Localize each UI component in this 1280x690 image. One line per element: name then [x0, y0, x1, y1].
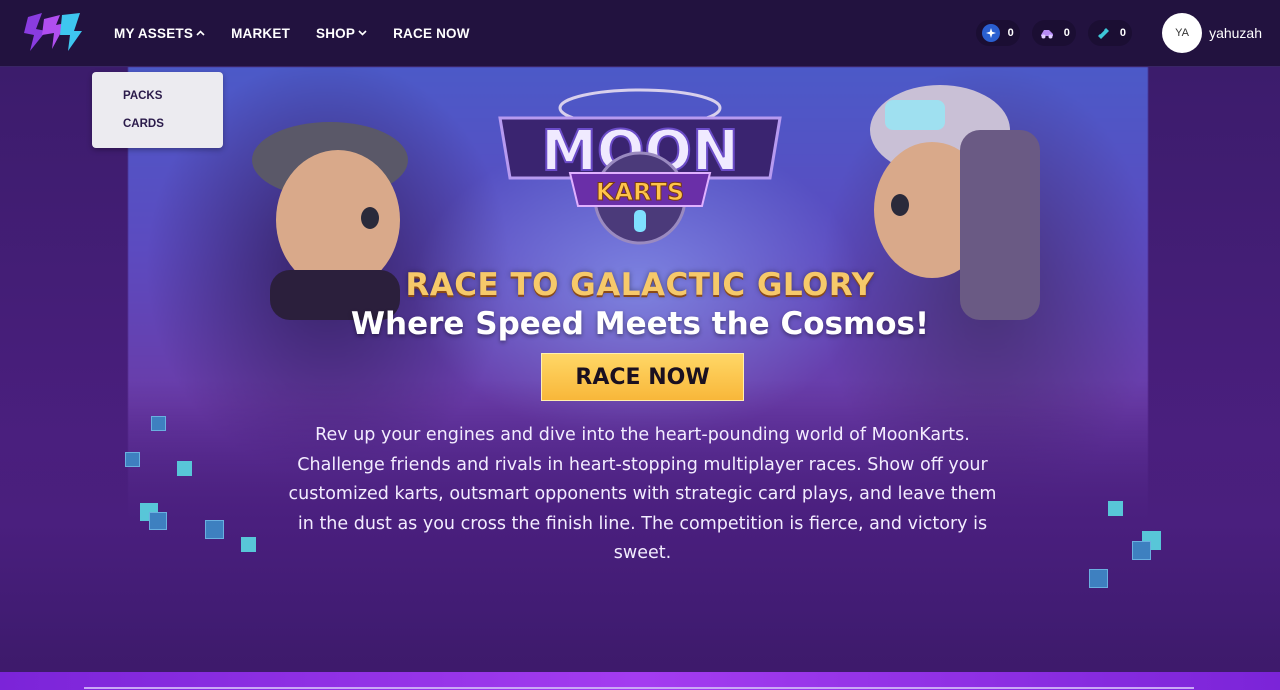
top-navigation-bar: MY ASSETS MARKET SHOP RACE NOW 0 0 0 YA … — [0, 0, 1280, 67]
nav-market-label: MARKET — [231, 26, 291, 41]
decor-pixel — [149, 512, 167, 530]
footer-accent-bar — [0, 672, 1280, 690]
avatar[interactable]: YA — [1162, 13, 1203, 53]
nav-shop-label: SHOP — [316, 26, 356, 41]
hero-headline: RACE TO GALACTIC GLORY — [405, 267, 875, 303]
wallet-kart[interactable]: 0 — [1031, 20, 1076, 46]
wallet-ticket-value: 0 — [1119, 27, 1126, 39]
main-nav: MY ASSETS MARKET SHOP RACE NOW — [114, 0, 496, 67]
decor-pixel — [205, 520, 224, 539]
decor-pixel — [1132, 541, 1151, 560]
wallet-balances: 0 0 0 — [964, 20, 1132, 46]
nav-my-assets-label: MY ASSETS — [114, 26, 194, 41]
username[interactable]: yahuzah — [1209, 25, 1262, 41]
decor-pixel — [1108, 501, 1123, 516]
ticket-icon — [1094, 24, 1112, 42]
dropdown-item-packs[interactable]: PACKS — [123, 90, 162, 102]
hero-description: Rev up your engines and dive into the he… — [288, 425, 997, 563]
my-assets-dropdown: PACKS CARDS — [92, 72, 223, 148]
decor-pixel — [1089, 569, 1108, 588]
nav-my-assets[interactable]: MY ASSETS — [114, 26, 205, 41]
decor-pixel — [151, 416, 166, 431]
decor-pixel — [241, 537, 256, 552]
nav-shop[interactable]: SHOP — [316, 26, 367, 41]
wallet-star-token[interactable]: 0 — [975, 20, 1020, 46]
site-logo-icon[interactable] — [22, 9, 84, 55]
kart-icon — [1038, 24, 1056, 42]
footer-divider-line — [84, 687, 1194, 689]
race-now-button[interactable]: RACE NOW — [541, 353, 744, 401]
wallet-kart-value: 0 — [1063, 27, 1070, 39]
wallet-star-token-value: 0 — [1007, 27, 1014, 39]
nav-market[interactable]: MARKET — [231, 26, 290, 41]
chevron-up-icon — [196, 28, 205, 39]
user-menu[interactable]: YA yahuzah — [1162, 13, 1262, 53]
svg-text:KARTS: KARTS — [596, 178, 684, 206]
dropdown-item-cards[interactable]: CARDS — [123, 118, 164, 130]
nav-race-now-label: RACE NOW — [393, 26, 470, 41]
star-token-icon — [981, 24, 1000, 42]
decor-pixel — [177, 461, 192, 476]
chevron-down-icon — [358, 28, 367, 39]
decor-pixel — [125, 452, 140, 467]
wallet-ticket[interactable]: 0 — [1087, 20, 1132, 46]
hero-subheadline: Where Speed Meets the Cosmos! — [350, 306, 930, 342]
nav-race-now[interactable]: RACE NOW — [393, 26, 470, 41]
moonkarts-logo: MOON KARTS — [498, 88, 782, 245]
